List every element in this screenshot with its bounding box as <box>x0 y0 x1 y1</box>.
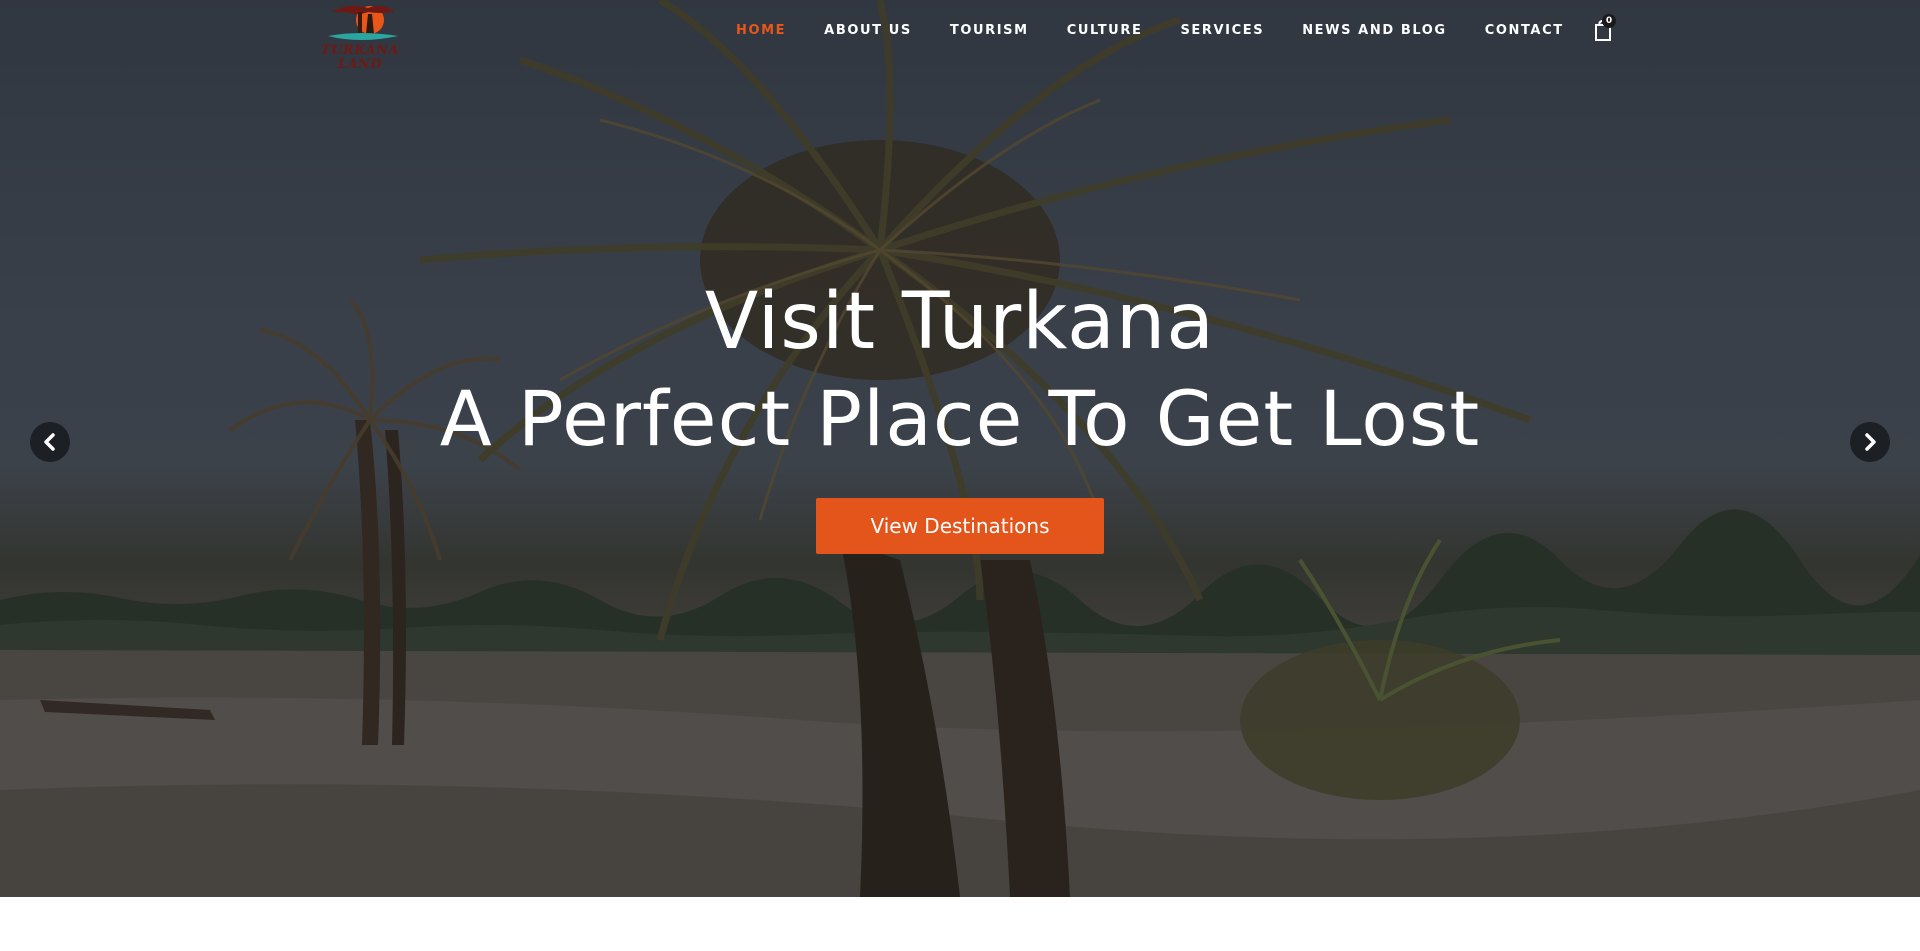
logo-emblem <box>328 5 398 40</box>
cart-count-badge: 0 <box>1602 14 1616 28</box>
slider-next-button[interactable] <box>1850 422 1890 462</box>
chevron-left-icon <box>44 433 55 451</box>
hero-subtitle: A Perfect Place To Get Lost <box>439 374 1481 463</box>
nav-item-contact[interactable]: CONTACT <box>1485 23 1564 38</box>
logo-text-line2: LAND <box>337 57 383 72</box>
slider-prev-button[interactable] <box>30 422 70 462</box>
site-logo[interactable]: TURKANA LAND <box>318 0 402 80</box>
nav-item-home[interactable]: HOME <box>736 23 786 38</box>
hero-title: Visit Turkana <box>704 277 1216 367</box>
view-destinations-button[interactable]: View Destinations <box>816 498 1104 554</box>
nav-item-news-and-blog[interactable]: NEWS AND BLOG <box>1302 23 1447 38</box>
chevron-right-icon <box>1865 433 1876 451</box>
logo-text-line1: TURKANA <box>320 43 400 58</box>
nav-item-culture[interactable]: CULTURE <box>1067 23 1143 38</box>
nav-item-tourism[interactable]: TOURISM <box>950 23 1029 38</box>
logo-text: TURKANA LAND <box>318 44 402 72</box>
nav-item-services[interactable]: SERVICES <box>1180 23 1264 38</box>
nav-item-about-us[interactable]: ABOUT US <box>824 23 912 38</box>
main-nav: HOME ABOUT US TOURISM CULTURE SERVICES N… <box>736 20 1602 40</box>
